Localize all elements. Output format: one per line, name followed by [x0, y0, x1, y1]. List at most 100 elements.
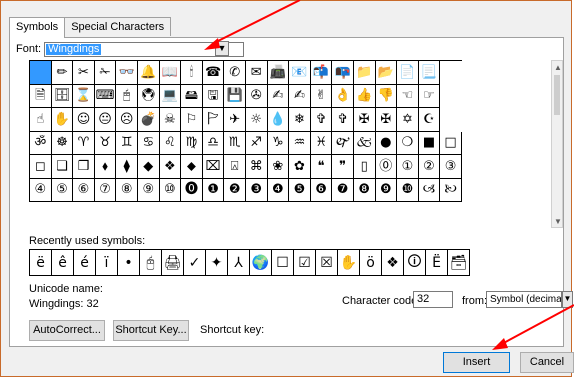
symbol-cell[interactable]: 🙵	[353, 131, 376, 155]
symbol-cell[interactable]: 🗄	[51, 84, 74, 108]
recent-symbol-cell[interactable]: 🌍	[250, 250, 272, 276]
symbol-cell[interactable]: 💧	[267, 108, 290, 132]
symbol-cell[interactable]: ♒	[289, 131, 311, 155]
symbol-cell[interactable]: 🙢	[418, 178, 441, 202]
symbol-cell[interactable]: ❹	[267, 178, 290, 202]
symbol-cell[interactable]: 📄	[397, 61, 419, 85]
symbol-cell[interactable]: ♌	[159, 131, 182, 155]
symbol-cell[interactable]: 📠	[267, 61, 290, 85]
symbol-cell[interactable]: ✡	[397, 108, 419, 132]
recent-symbol-cell[interactable]: é	[74, 250, 96, 276]
symbol-cell[interactable]: ♈	[73, 131, 95, 155]
recent-symbol-cell[interactable]: 🖰	[140, 250, 162, 276]
symbol-cell[interactable]: 📁	[353, 61, 376, 85]
symbol-cell[interactable]: ⬥	[181, 155, 203, 179]
symbol-cell[interactable]: ☝	[30, 108, 52, 132]
symbol-cell[interactable]: 📭	[332, 61, 354, 85]
symbol-cell[interactable]: ✇	[245, 84, 268, 108]
recent-symbol-cell[interactable]: ï	[96, 250, 118, 276]
symbol-grid-scrollbar[interactable]: ▲ ▼	[551, 60, 563, 228]
symbol-cell[interactable]: 🖴	[181, 84, 203, 108]
symbol-cell[interactable]: ⌧	[202, 155, 225, 179]
symbol-cell[interactable]: 👓	[116, 61, 138, 85]
recent-symbol-cell[interactable]: ö	[360, 250, 382, 276]
symbol-cell[interactable]: 📖	[159, 61, 182, 85]
symbol-cell[interactable]: ✁	[94, 61, 117, 85]
recent-symbol-cell[interactable]: ë	[30, 250, 52, 276]
symbol-cell[interactable]: 🏱	[202, 108, 225, 132]
symbol-cell[interactable]: ❼	[332, 178, 354, 202]
symbol-cell[interactable]: ⑥	[73, 178, 95, 202]
symbol-cell[interactable]: ♉	[94, 131, 117, 155]
symbol-cell[interactable]: 🔔	[137, 61, 160, 85]
symbol-cell[interactable]: ✿	[289, 155, 311, 179]
symbol-cell[interactable]: ♊	[116, 131, 138, 155]
symbol-cell[interactable]: ❒	[73, 155, 95, 179]
recent-symbol-cell[interactable]: ☑	[294, 250, 316, 276]
symbol-cell[interactable]: ❸	[245, 178, 268, 202]
symbol-cell[interactable]: ❷	[224, 178, 246, 202]
symbol-cell[interactable]: ✞	[332, 108, 354, 132]
recent-symbol-cell[interactable]: ☒	[316, 250, 338, 276]
symbol-cell[interactable]: ⬧	[94, 155, 117, 179]
symbol-cell[interactable]: 🖫	[202, 84, 225, 108]
scroll-down-icon[interactable]: ▼	[553, 217, 563, 226]
symbol-cell[interactable]: ✞	[310, 108, 333, 132]
symbol-cell[interactable]: ♎	[202, 131, 225, 155]
symbol-cell[interactable]: 🖰	[116, 84, 138, 108]
recent-symbol-cell[interactable]: Ë	[426, 250, 448, 276]
symbol-cell[interactable]: ❍	[397, 131, 419, 155]
symbol-cell[interactable]: 👎	[375, 84, 398, 108]
symbol-cell[interactable]: ☠	[159, 108, 182, 132]
recent-symbol-cell[interactable]: ✋	[338, 250, 360, 276]
symbol-cell[interactable]: □	[440, 131, 462, 155]
symbol-cell[interactable]: ✍	[289, 84, 311, 108]
symbol-cell[interactable]: ⑤	[51, 178, 74, 202]
symbol-cell[interactable]: ☼	[245, 108, 268, 132]
symbol-cell[interactable]: ॐ	[30, 131, 52, 155]
character-code-input[interactable]: 32	[413, 291, 453, 308]
symbol-cell[interactable]: ♍	[181, 131, 203, 155]
symbol-cell[interactable]: ❻	[310, 178, 333, 202]
symbol-cell[interactable]: ◆	[137, 155, 160, 179]
symbol-cell[interactable]: 💻	[159, 84, 182, 108]
symbol-cell[interactable]: ♐	[245, 131, 268, 155]
symbol-cell[interactable]: ♓	[310, 131, 333, 155]
symbol-cell[interactable]: ⑧	[116, 178, 138, 202]
symbol-cell[interactable]: ⑨	[137, 178, 160, 202]
recent-symbol-cell[interactable]: •	[118, 250, 140, 276]
symbol-cell[interactable]: 🗎	[30, 84, 52, 108]
symbol-cell[interactable]: 😐	[94, 108, 117, 132]
symbol-cell[interactable]: ❀	[267, 155, 290, 179]
symbol-cell[interactable]: 📧	[289, 61, 311, 85]
symbol-cell[interactable]: ⌛	[73, 84, 95, 108]
symbol-cell[interactable]: ☺	[73, 108, 95, 132]
symbol-cell[interactable]: 📬	[310, 61, 333, 85]
symbol-cell[interactable]: ✋	[51, 108, 74, 132]
symbol-cell[interactable]: ✆	[224, 61, 246, 85]
autocorrect-button[interactable]: AutoCorrect...	[29, 320, 105, 341]
symbol-cell[interactable]: 🙠	[440, 178, 462, 202]
symbol-cell[interactable]: ⚐	[181, 108, 203, 132]
symbol-cell[interactable]: ❝	[310, 155, 333, 179]
symbol-cell[interactable]: ✍	[267, 84, 290, 108]
symbol-cell[interactable]: ✠	[375, 108, 398, 132]
symbol-cell[interactable]: ⧫	[116, 155, 138, 179]
symbol-cell[interactable]: 👍	[353, 84, 376, 108]
symbol-cell[interactable]: ✠	[353, 108, 376, 132]
symbol-cell[interactable]: ☞	[418, 84, 441, 108]
symbol-cell[interactable]: 💾	[224, 84, 246, 108]
symbol-cell[interactable]: ☪	[418, 108, 441, 132]
symbol-cell[interactable]: ▯	[353, 155, 376, 179]
recent-symbol-cell[interactable]: 🗃	[448, 250, 470, 276]
symbol-cell[interactable]: ☜	[397, 84, 419, 108]
cancel-button[interactable]: Cancel	[520, 352, 574, 373]
symbol-cell[interactable]: ☸	[51, 131, 74, 155]
symbol-cell[interactable]: ♏	[224, 131, 246, 155]
recent-symbol-cell[interactable]: 🛈	[404, 250, 426, 276]
recent-symbol-cell[interactable]: ✦	[206, 250, 228, 276]
scroll-thumb[interactable]	[554, 75, 560, 115]
symbol-cell[interactable]: ✂	[73, 61, 95, 85]
recent-symbol-cell[interactable]: ☐	[272, 250, 294, 276]
recent-symbol-cell[interactable]: ✓	[184, 250, 206, 276]
